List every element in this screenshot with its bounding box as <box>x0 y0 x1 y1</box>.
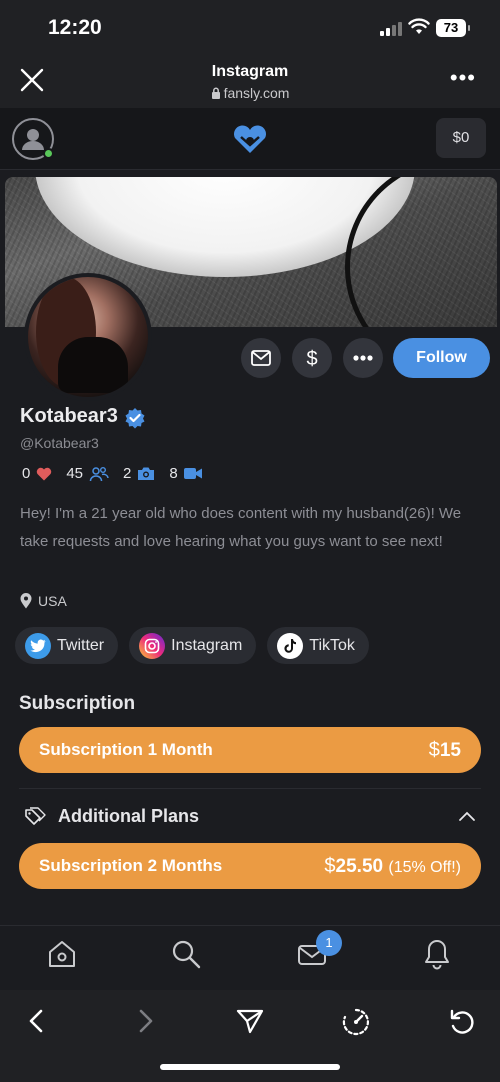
tiktok-label: TikTok <box>309 636 355 654</box>
instagram-link[interactable]: Instagram <box>129 627 257 664</box>
user-avatar[interactable] <box>12 118 54 160</box>
subscription-plan-2-button[interactable]: Subscription 2 Months $25.50 (15% Off!) <box>19 843 481 889</box>
profile-name: Kotabear3 <box>20 405 118 427</box>
subscription-heading: Subscription <box>19 693 136 714</box>
follow-button[interactable]: Follow <box>393 338 490 378</box>
envelope-icon <box>251 350 271 366</box>
message-button[interactable] <box>241 338 281 378</box>
followers-stat: 45 <box>66 465 109 482</box>
users-icon <box>89 466 109 481</box>
subscription-plan-1-button[interactable]: Subscription 1 Month $15 <box>19 727 481 773</box>
twitter-label: Twitter <box>57 636 105 654</box>
profile-stats: 0 45 2 8 <box>22 465 216 482</box>
ellipsis-icon <box>353 355 373 361</box>
tag-icon <box>25 806 46 825</box>
wifi-icon <box>408 18 430 34</box>
instagram-label: Instagram <box>171 636 243 654</box>
profile-bio: Hey! I'm a 21 year old who does content … <box>20 505 462 550</box>
forward-icon[interactable] <box>134 1007 156 1035</box>
fansly-logo-icon[interactable] <box>232 125 268 155</box>
location-text: USA <box>38 593 67 609</box>
messages-badge: 1 <box>316 930 342 956</box>
likes-count: 0 <box>22 465 31 482</box>
notifications-bell-icon[interactable] <box>422 938 452 970</box>
verified-badge-icon <box>125 408 145 429</box>
home-indicator <box>160 1064 340 1070</box>
share-send-icon[interactable] <box>235 1007 265 1035</box>
tiktok-icon <box>277 632 304 659</box>
signal-icon <box>380 22 402 36</box>
location-pin-icon <box>20 593 32 609</box>
videos-count: 8 <box>169 465 178 482</box>
battery-indicator: 73 <box>436 19 470 37</box>
additional-plans-label: Additional Plans <box>58 806 200 826</box>
more-options-button[interactable] <box>343 338 383 378</box>
chevron-up-icon[interactable] <box>458 810 476 822</box>
additional-plans-header[interactable]: Additional Plans <box>24 806 199 827</box>
browser-title: Instagram <box>211 63 289 80</box>
followers-count: 45 <box>66 465 84 482</box>
lock-icon <box>211 87 220 99</box>
profile-avatar[interactable] <box>24 273 152 401</box>
plan-1-label: Subscription 1 Month <box>39 740 213 759</box>
svg-text:$: $ <box>306 348 317 370</box>
wallet-balance-button[interactable]: $0 <box>436 118 486 158</box>
tiktok-link[interactable]: TikTok <box>267 627 369 664</box>
plan-2-label: Subscription 2 Months <box>39 856 223 875</box>
videos-stat: 8 <box>169 465 202 482</box>
profile-handle: @Kotabear3 <box>20 435 99 451</box>
plan-2-price: $25.50 (15% Off!) <box>324 854 461 877</box>
plan-1-price: $15 <box>428 738 461 761</box>
more-icon[interactable]: ••• <box>450 67 476 89</box>
photos-count: 2 <box>123 465 132 482</box>
tip-button[interactable]: $ <box>292 338 332 378</box>
dollar-icon: $ <box>306 348 317 370</box>
twitter-link[interactable]: Twitter <box>15 627 119 664</box>
back-icon[interactable] <box>26 1007 48 1035</box>
speed-timer-icon[interactable] <box>341 1007 371 1037</box>
camera-icon <box>138 467 155 480</box>
bottom-navigation <box>0 925 500 990</box>
online-indicator <box>43 148 54 159</box>
section-divider <box>19 788 481 789</box>
heart-icon <box>37 467 52 480</box>
profile-location: USA <box>20 593 67 609</box>
social-links: Twitter Instagram TikTok <box>15 627 380 664</box>
status-time: 12:20 <box>48 16 102 39</box>
app-topbar: $0 <box>0 108 500 170</box>
browser-header: Instagram fansly.com ••• <box>0 52 500 108</box>
photos-stat: 2 <box>123 465 155 482</box>
browser-url: fansly.com <box>0 85 500 101</box>
url-text: fansly.com <box>223 85 290 101</box>
search-icon[interactable] <box>170 938 202 970</box>
reload-icon[interactable] <box>448 1007 476 1037</box>
home-icon[interactable] <box>46 938 78 970</box>
status-bar: 12:20 73 <box>0 0 500 52</box>
twitter-icon <box>25 632 51 659</box>
video-icon <box>183 468 202 479</box>
instagram-icon <box>139 632 166 659</box>
likes-stat: 0 <box>22 465 52 482</box>
